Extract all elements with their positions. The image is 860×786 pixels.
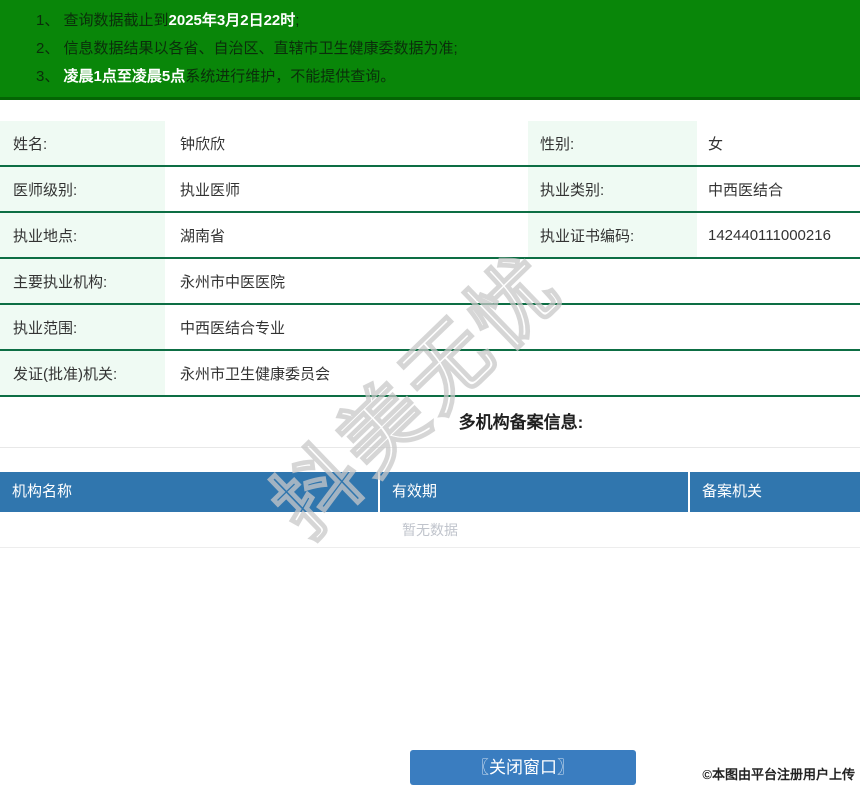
notice-banner: 1、 查询数据截止到2025年3月2日22时; 2、 信息数据结果以各省、自治区… <box>0 0 860 100</box>
close-window-button[interactable]: 〖关闭窗口〗 <box>410 750 636 785</box>
field-value-practice-category: 中西医结合 <box>708 181 784 199</box>
field-value-doctor-level: 执业医师 <box>180 181 241 199</box>
column-header-filing-authority: 备案机关 <box>690 472 860 512</box>
field-label-practice-category: 执业类别: <box>528 167 697 211</box>
column-header-institution-name: 机构名称 <box>0 472 378 512</box>
field-value-certificate-no: 142440111000216 <box>708 226 831 244</box>
field-label-primary-institution: 主要执业机构: <box>0 259 165 303</box>
field-value-practice-scope: 中西医结合专业 <box>180 319 286 337</box>
field-label-certificate-no: 执业证书编码: <box>528 213 697 257</box>
field-label-doctor-level: 医师级别: <box>0 167 165 211</box>
table-row: 医师级别: 执业医师 执业类别: 中西医结合 <box>0 167 860 213</box>
multi-institution-section-title: 多机构备案信息: <box>0 397 860 448</box>
notice-3-highlight: 凌晨1点至凌晨5点 <box>63 68 186 85</box>
field-label-issuing-authority: 发证(批准)机关: <box>0 351 165 395</box>
notice-1-highlight: 2025年3月2日22时 <box>168 12 296 29</box>
physician-info-table: 姓名: 钟欣欣 性别: 女 医师级别: 执业医师 执业类别: 中西医结合 执业地… <box>0 121 860 397</box>
field-label-practice-scope: 执业范围: <box>0 305 165 349</box>
field-value-name: 钟欣欣 <box>180 135 226 153</box>
field-label-name: 姓名: <box>0 121 165 165</box>
upload-stamp-text: ©本图由平台注册用户上传 <box>702 767 855 782</box>
notice-2-text: 2、 信息数据结果以各省、自治区、直辖市卫生健康委数据为准; <box>36 40 458 57</box>
field-label-gender: 性别: <box>528 121 697 165</box>
notice-1-suffix: ; <box>295 12 300 29</box>
table-row: 姓名: 钟欣欣 性别: 女 <box>0 121 860 167</box>
notice-line-1: 1、 查询数据截止到2025年3月2日22时; <box>36 7 860 35</box>
field-value-issuing-authority: 永州市卫生健康委员会 <box>180 365 331 383</box>
field-value-gender: 女 <box>708 135 724 153</box>
notice-1-text: 1、 查询数据截止到 <box>36 12 169 29</box>
table-row: 执业地点: 湖南省 执业证书编码: 142440111000216 <box>0 213 860 259</box>
column-header-validity-period: 有效期 <box>380 472 688 512</box>
notice-3-text: 3、 <box>36 68 64 85</box>
section-title-text: 多机构备案信息: <box>458 413 584 432</box>
notice-3-suffix: 系统进行维护，不能提供查询。 <box>185 68 396 85</box>
table-row: 发证(批准)机关: 永州市卫生健康委员会 <box>0 351 860 397</box>
field-value-practice-location: 湖南省 <box>180 227 226 245</box>
notice-line-3: 3、 凌晨1点至凌晨5点系统进行维护，不能提供查询。 <box>36 63 860 91</box>
empty-data-placeholder: 暂无数据 <box>0 512 860 548</box>
field-value-primary-institution: 永州市中医医院 <box>180 273 286 291</box>
table-row: 执业范围: 中西医结合专业 <box>0 305 860 351</box>
field-label-practice-location: 执业地点: <box>0 213 165 257</box>
table-row: 主要执业机构: 永州市中医医院 <box>0 259 860 305</box>
records-table-header: 机构名称 有效期 备案机关 <box>0 472 860 512</box>
notice-line-2: 2、 信息数据结果以各省、自治区、直辖市卫生健康委数据为准; <box>36 35 860 63</box>
